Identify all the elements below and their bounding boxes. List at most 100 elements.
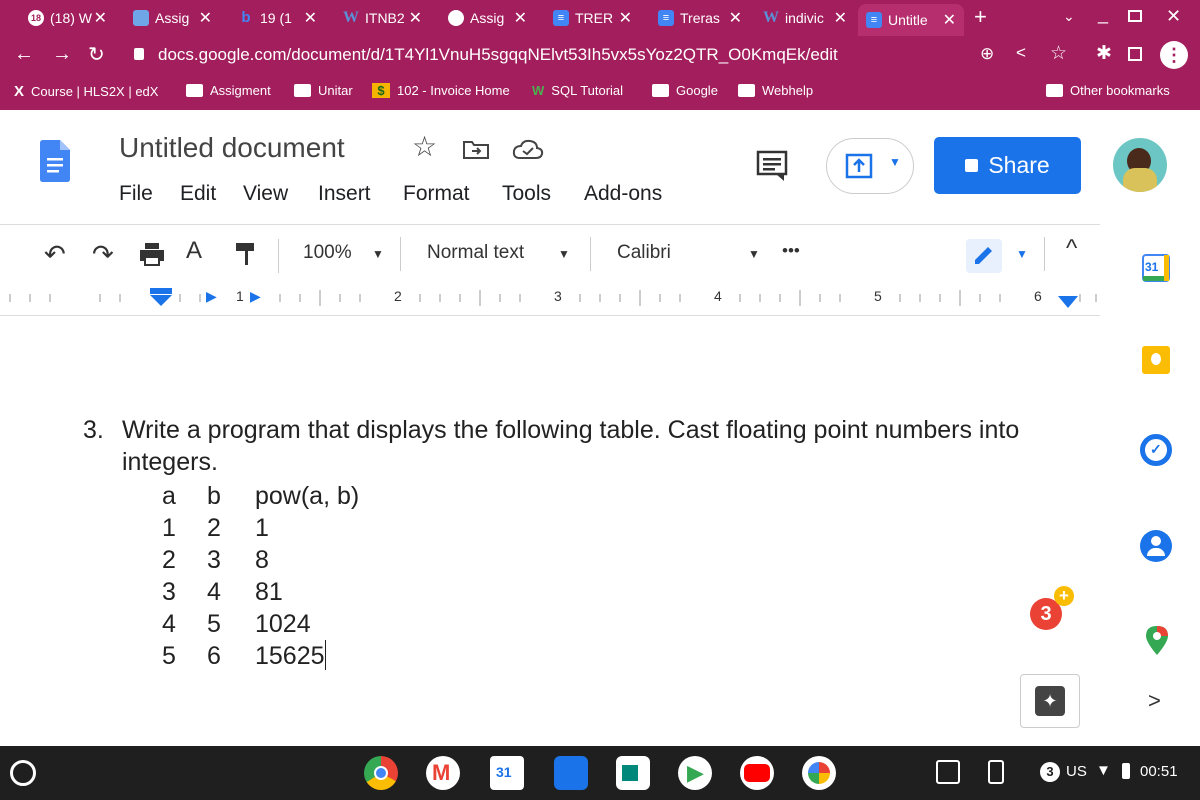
menu-view[interactable]: View	[243, 182, 288, 206]
zoom-icon[interactable]: ⊕	[980, 44, 994, 64]
bookmark-sql[interactable]: W SQL Tutorial	[532, 83, 623, 98]
url-text[interactable]: docs.google.com/document/d/1T4Yl1VnuH5sg…	[158, 45, 838, 65]
close-icon[interactable]: ✕	[619, 8, 632, 28]
play-store-icon[interactable]: ▶	[678, 756, 712, 790]
avatar[interactable]	[1113, 138, 1167, 192]
keep-icon[interactable]	[1142, 346, 1170, 374]
chevron-down-icon[interactable]: ▼	[748, 247, 760, 261]
reload-icon[interactable]: ↻	[88, 42, 105, 67]
bookmark-edx[interactable]: X Course | HLS2X | edX	[14, 83, 158, 100]
chrome-icon[interactable]	[364, 756, 398, 790]
zoom-select[interactable]: 100%	[303, 242, 352, 264]
more-options-icon[interactable]: •••	[782, 241, 800, 261]
meet-icon[interactable]	[616, 756, 650, 790]
share-button[interactable]: Share	[934, 137, 1081, 194]
chevron-right-icon[interactable]: >	[1148, 688, 1161, 714]
tab-8[interactable]: W indivic ✕	[755, 3, 855, 33]
bookmark-unitar[interactable]: Unitar	[294, 83, 353, 98]
star-icon[interactable]: ☆	[412, 130, 437, 163]
chevron-down-icon[interactable]: ▼	[1016, 247, 1028, 261]
explore-button[interactable]: ✦	[1020, 674, 1080, 728]
document-canvas[interactable]: 3. Write a program that displays the fol…	[0, 316, 1100, 746]
menu-dots-icon[interactable]: ⋮	[1160, 41, 1188, 69]
indent-arrow-icon[interactable]: ▶	[206, 288, 217, 305]
bookmark-assigment[interactable]: Assigment	[186, 83, 271, 98]
redo-icon[interactable]: ↷	[92, 239, 114, 270]
tab-active[interactable]: ≡ Untitle ✕	[858, 4, 964, 36]
close-icon[interactable]: ✕	[409, 8, 422, 28]
bookmark-star-icon[interactable]: ☆	[1050, 42, 1067, 65]
share-link-icon[interactable]: <	[1016, 43, 1026, 63]
minimize-button[interactable]: _	[1098, 4, 1108, 25]
close-icon[interactable]: ✕	[943, 10, 956, 30]
menu-addons[interactable]: Add-ons	[584, 182, 662, 206]
clock[interactable]: 00:51	[1140, 763, 1178, 780]
paint-format-icon[interactable]	[234, 241, 258, 267]
print-icon[interactable]	[138, 241, 166, 267]
tab-5[interactable]: Assig ✕	[440, 3, 535, 33]
close-icon[interactable]: ✕	[94, 8, 107, 28]
tab-7[interactable]: ≡ Treras ✕	[650, 3, 750, 33]
chevron-down-icon[interactable]: ▼	[558, 247, 570, 261]
close-icon[interactable]: ✕	[514, 8, 527, 28]
restore-button[interactable]	[1128, 10, 1142, 22]
maps-icon[interactable]	[1144, 624, 1170, 656]
bookmark-invoice[interactable]: $ 102 - Invoice Home	[372, 83, 510, 98]
move-folder-icon[interactable]	[462, 138, 490, 160]
font-select[interactable]: Calibri	[617, 242, 671, 264]
bookmark-google[interactable]: Google	[652, 83, 718, 98]
side-panel-icon[interactable]	[1128, 47, 1142, 61]
wifi-icon[interactable]: ▼	[1096, 762, 1111, 779]
tab-2[interactable]: Assig ✕	[125, 3, 220, 33]
spellcheck-icon[interactable]: A	[186, 237, 202, 265]
notification-count-badge[interactable]: 3	[1040, 762, 1060, 782]
close-icon[interactable]: ✕	[199, 8, 212, 28]
collapse-menus-icon[interactable]: ^	[1066, 235, 1077, 263]
tasks-icon[interactable]: ✓	[1140, 434, 1172, 466]
menu-file[interactable]: File	[119, 182, 153, 206]
photos-icon[interactable]	[802, 756, 836, 790]
tab-1[interactable]: 18 (18) W ✕	[20, 3, 115, 33]
menu-edit[interactable]: Edit	[180, 182, 216, 206]
present-button[interactable]: ▼	[826, 138, 914, 194]
plus-icon[interactable]: +	[1054, 586, 1074, 606]
document-title[interactable]: Untitled document	[119, 132, 345, 164]
other-bookmarks[interactable]: Other bookmarks	[1046, 83, 1170, 98]
undo-icon[interactable]: ↶	[44, 239, 66, 270]
close-icon[interactable]: ✕	[834, 8, 847, 28]
back-icon[interactable]: ←	[14, 43, 34, 66]
battery-icon[interactable]	[1122, 763, 1130, 779]
menu-insert[interactable]: Insert	[318, 182, 371, 206]
first-line-indent-handle[interactable]	[150, 288, 172, 308]
style-select[interactable]: Normal text	[427, 242, 524, 264]
tab-search-chevron-icon[interactable]: ⌄	[1063, 8, 1075, 25]
forward-icon[interactable]: →	[52, 43, 72, 66]
close-icon[interactable]: ✕	[729, 8, 742, 28]
chevron-down-icon[interactable]: ▼	[372, 247, 384, 261]
close-window-button[interactable]: ✕	[1166, 6, 1181, 27]
tab-6[interactable]: ≡ TRER ✕	[545, 3, 640, 33]
indent-arrow-icon[interactable]: ▶	[250, 288, 261, 305]
calendar-icon[interactable]: 31	[490, 756, 524, 790]
menu-format[interactable]: Format	[403, 182, 470, 206]
new-tab-button[interactable]: +	[974, 4, 987, 30]
youtube-icon[interactable]	[740, 756, 774, 790]
screenshot-icon[interactable]	[936, 760, 960, 784]
bookmark-webhelp[interactable]: Webhelp	[738, 83, 813, 98]
contacts-icon[interactable]	[1140, 530, 1172, 562]
gmail-icon[interactable]: M	[426, 756, 460, 790]
tab-3[interactable]: b 19 (1 ✕	[230, 3, 325, 33]
region-label[interactable]: US	[1066, 763, 1087, 780]
right-indent-handle[interactable]	[1058, 296, 1078, 308]
menu-tools[interactable]: Tools	[502, 182, 551, 206]
comments-icon[interactable]	[756, 150, 788, 182]
editing-mode-icon[interactable]	[966, 239, 1002, 273]
cloud-saved-icon[interactable]	[512, 138, 544, 160]
close-icon[interactable]: ✕	[304, 8, 317, 28]
files-icon[interactable]	[554, 756, 588, 790]
launcher-icon[interactable]	[10, 760, 36, 786]
docs-logo-icon[interactable]	[40, 140, 70, 182]
extensions-icon[interactable]: ✱	[1096, 42, 1112, 65]
tab-4[interactable]: W ITNB2 ✕	[335, 3, 430, 33]
phone-icon[interactable]	[988, 760, 1004, 784]
